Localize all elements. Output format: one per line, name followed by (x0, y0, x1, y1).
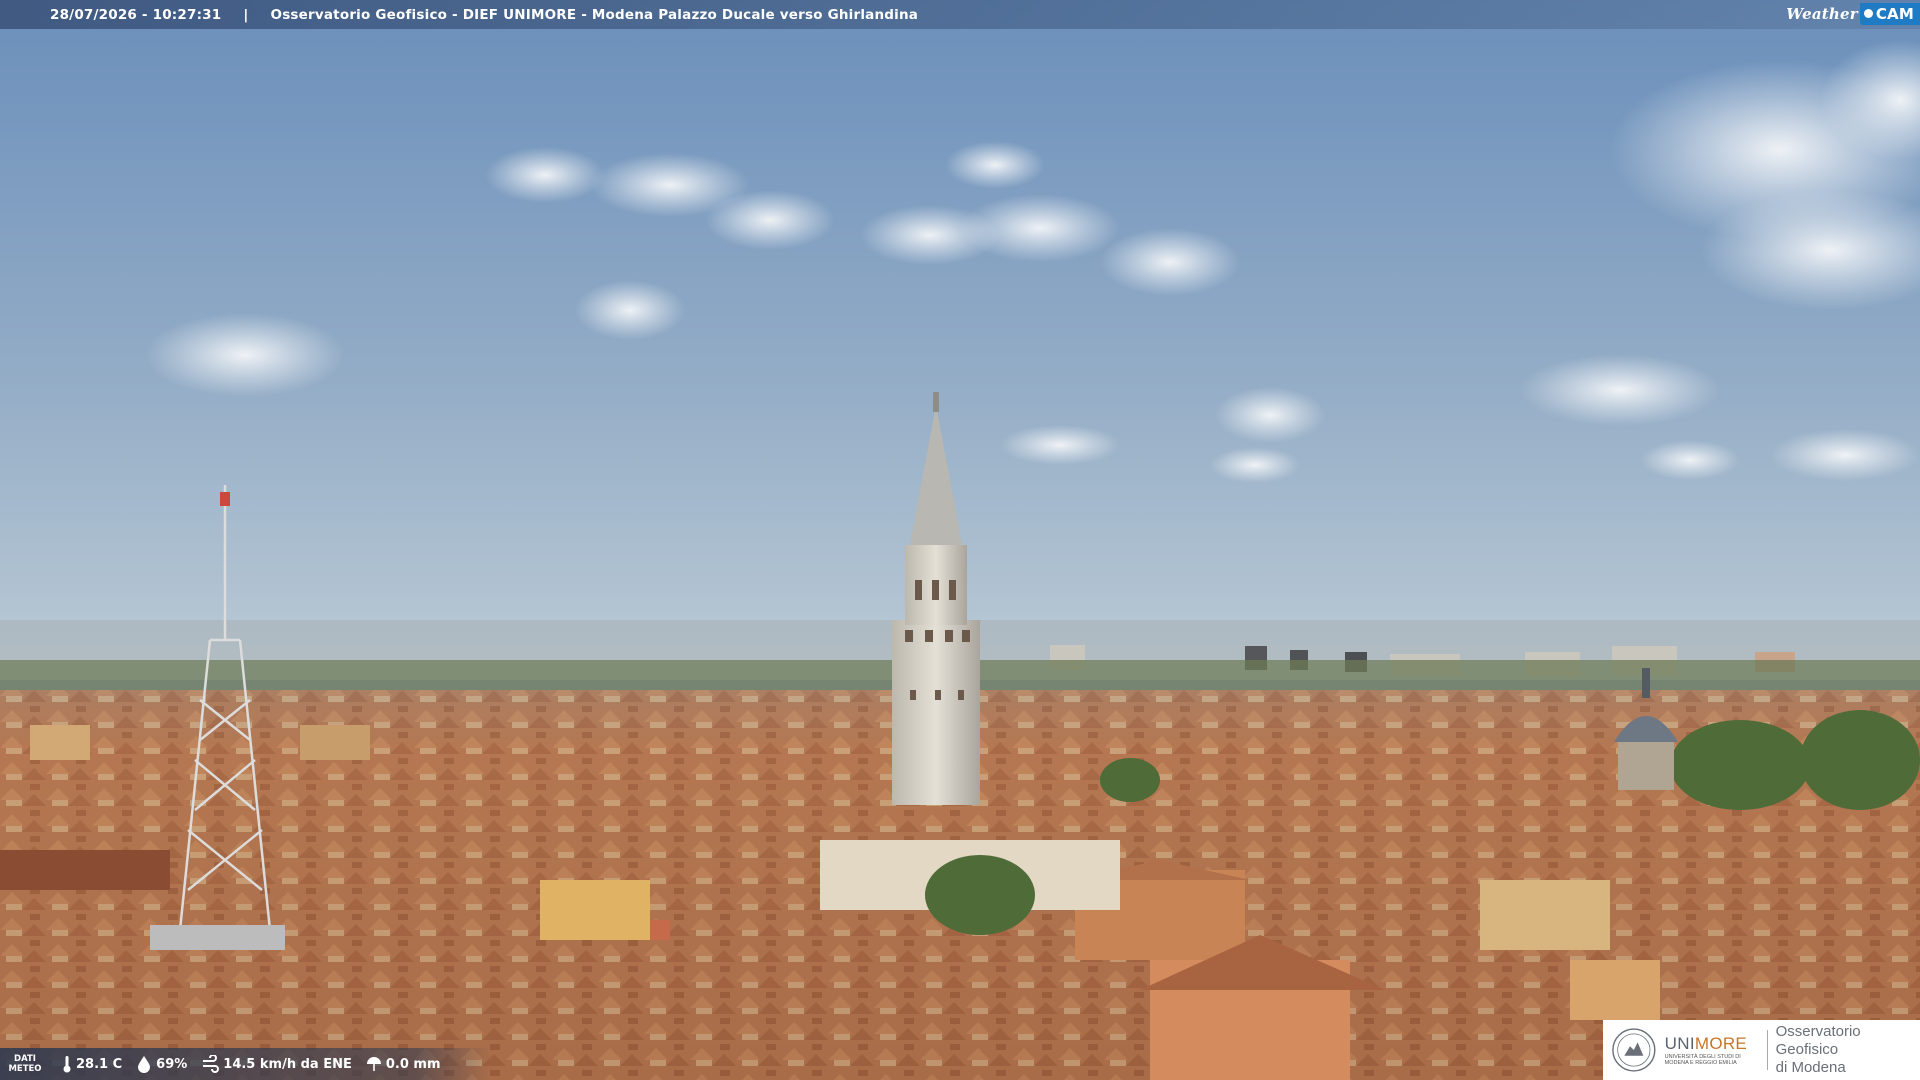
rain-reading: 0.0 mm (366, 1055, 441, 1073)
wind-icon (203, 1055, 220, 1073)
temperature-reading: 28.1 C (62, 1055, 122, 1073)
observatory-name: Osservatorio Geofisico di Modena (1775, 1023, 1861, 1076)
title-separator: | (243, 6, 249, 23)
weathercam-logo-cam: CAM (1875, 4, 1914, 23)
unimore-subtitle: UNIVERSITÀ DEGLI STUDI DI MODENA E REGGI… (1664, 1053, 1741, 1067)
weather-data-bar: DATI METEO 28.1 C 69% 14.5 km/h da ENE 0… (0, 1048, 490, 1080)
camera-title: Osservatorio Geofisico - DIEF UNIMORE - … (270, 6, 919, 23)
rain-umbrella-icon (366, 1057, 381, 1071)
humidity-reading: 69% (136, 1055, 187, 1073)
timestamp: 28/07/2026 - 10:27:31 (50, 6, 222, 23)
webcam-view (0, 0, 1920, 1080)
humidity-drop-icon (138, 1056, 151, 1073)
wind-reading: 14.5 km/h da ENE (201, 1055, 352, 1073)
thermometer-icon (63, 1056, 71, 1073)
weathercam-logo-weather: Weather (1786, 4, 1858, 23)
university-seal-icon (1612, 1028, 1656, 1072)
wind-value: 14.5 km/h da ENE (223, 1056, 352, 1072)
webcam-title-bar: 28/07/2026 - 10:27:31 | Osservatorio Geo… (0, 0, 1920, 29)
unimore-wordmark: UNIMORE UNIVERSITÀ DEGLI STUDI DI MODENA… (1665, 1034, 1759, 1067)
humidity-value: 69% (156, 1056, 188, 1072)
weather-data-label: DATI METEO (8, 1054, 42, 1074)
weathercam-dot-icon (1863, 9, 1873, 18)
rain-value: 0.0 mm (385, 1056, 441, 1072)
weathercam-logo: Weather CAM (1786, 0, 1920, 27)
temperature-value: 28.1 C (76, 1056, 123, 1072)
logo-divider (1766, 1030, 1768, 1070)
unimore-logo-panel: UNIMORE UNIVERSITÀ DEGLI STUDI DI MODENA… (1603, 1020, 1920, 1080)
